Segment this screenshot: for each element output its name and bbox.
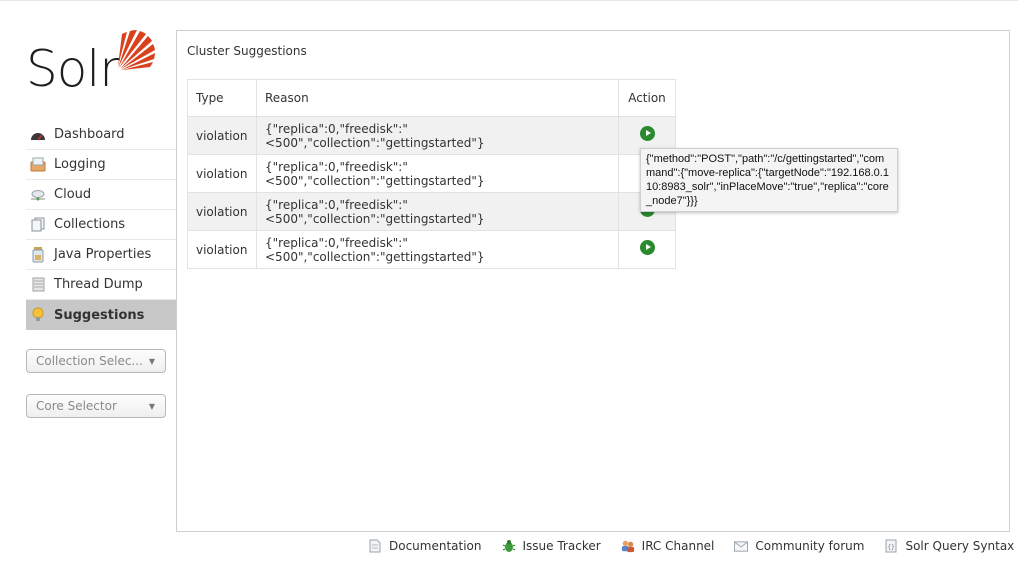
logo-text: Solr [26, 40, 120, 98]
footer-link-solr-query-syntax[interactable]: {} Solr Query Syntax [884, 539, 1014, 553]
sidebar-item-label: Suggestions [54, 307, 145, 323]
footer-link-irc-channel[interactable]: IRC Channel [621, 539, 715, 553]
envelope-icon [734, 539, 749, 553]
cloud-icon [30, 187, 46, 203]
execute-action-button[interactable] [639, 125, 655, 141]
type-cell: violation [187, 230, 257, 269]
svg-text:{}: {} [888, 544, 895, 551]
thread-dump-icon [30, 277, 46, 293]
sidebar-item-logging[interactable]: Logging [26, 150, 176, 180]
collections-icon [30, 217, 46, 233]
solr-logo[interactable]: Solr [26, 28, 161, 98]
core-selector[interactable]: Core Selector ▼ [26, 394, 166, 418]
table-row: violation {"replica":0,"freedisk":"<500"… [187, 154, 676, 193]
footer-link-label: Issue Tracker [522, 539, 601, 553]
chevron-down-icon: ▼ [148, 357, 155, 366]
column-header-action: Action [618, 79, 676, 117]
column-header-type: Type [187, 79, 257, 117]
footer-link-label: Documentation [389, 539, 482, 553]
sidebar-item-cloud[interactable]: Cloud [26, 180, 176, 210]
top-border [0, 0, 1018, 1]
footer-link-label: Solr Query Syntax [905, 539, 1015, 553]
sidebar-item-collections[interactable]: Collections [26, 210, 176, 240]
solr-sun-icon [118, 29, 155, 70]
column-header-reason: Reason [256, 79, 619, 117]
type-cell: violation [187, 192, 257, 231]
chevron-down-icon: ▼ [148, 402, 155, 411]
footer-link-label: Community forum [755, 539, 865, 553]
lightbulb-icon [30, 307, 46, 323]
sidebar-item-label: Dashboard [54, 127, 125, 142]
document-icon [368, 539, 382, 553]
table-row: violation {"replica":0,"freedisk":"<500"… [187, 116, 676, 155]
footer-link-community-forum[interactable]: Community forum [734, 539, 864, 553]
footer-link-label: IRC Channel [641, 539, 715, 553]
sidebar-item-java-properties[interactable]: Java Properties [26, 240, 176, 270]
footer-link-documentation[interactable]: Documentation [368, 539, 482, 553]
bug-icon [502, 539, 516, 553]
main-panel: Cluster Suggestions Type Reason Action v… [176, 30, 1010, 532]
query-syntax-icon: {} [884, 539, 898, 553]
reason-cell: {"replica":0,"freedisk":"<500","collecti… [256, 154, 619, 193]
collection-selector[interactable]: Collection Selec... ▼ [26, 349, 166, 373]
execute-action-button[interactable] [639, 239, 655, 255]
sidebar-item-suggestions[interactable]: Suggestions [26, 300, 176, 330]
logging-icon [30, 157, 46, 173]
sidebar-item-label: Cloud [54, 187, 92, 202]
people-icon [621, 539, 635, 553]
sidebar-item-dashboard[interactable]: Dashboard [26, 120, 176, 150]
sidebar-item-label: Logging [54, 157, 106, 172]
java-properties-icon [30, 246, 46, 263]
reason-cell: {"replica":0,"freedisk":"<500","collecti… [256, 116, 619, 155]
table-row: violation {"replica":0,"freedisk":"<500"… [187, 192, 676, 231]
sidebar-item-label: Thread Dump [54, 277, 143, 292]
sidebar-item-label: Java Properties [54, 247, 152, 262]
page-title: Cluster Suggestions [187, 44, 307, 58]
type-cell: violation [187, 154, 257, 193]
dashboard-icon [30, 127, 46, 143]
footer-links: Documentation Issue Tracker IRC Channel … [368, 537, 1014, 555]
action-tooltip: {"method":"POST","path":"/c/gettingstart… [640, 148, 898, 212]
collection-selector-value: Collection Selec... [36, 354, 143, 368]
suggestions-table: Type Reason Action violation {"replica":… [187, 79, 676, 269]
table-row: violation {"replica":0,"freedisk":"<500"… [187, 230, 676, 269]
sidebar-item-thread-dump[interactable]: Thread Dump [26, 270, 176, 300]
reason-cell: {"replica":0,"freedisk":"<500","collecti… [256, 192, 619, 231]
sidebar-nav: Dashboard Logging Cloud Collections Java… [26, 120, 176, 330]
footer-link-issue-tracker[interactable]: Issue Tracker [502, 539, 601, 553]
action-cell [618, 230, 676, 269]
reason-cell: {"replica":0,"freedisk":"<500","collecti… [256, 230, 619, 269]
sidebar-item-label: Collections [54, 217, 126, 232]
type-cell: violation [187, 116, 257, 155]
core-selector-value: Core Selector [36, 399, 117, 413]
table-header-row: Type Reason Action [187, 79, 676, 117]
